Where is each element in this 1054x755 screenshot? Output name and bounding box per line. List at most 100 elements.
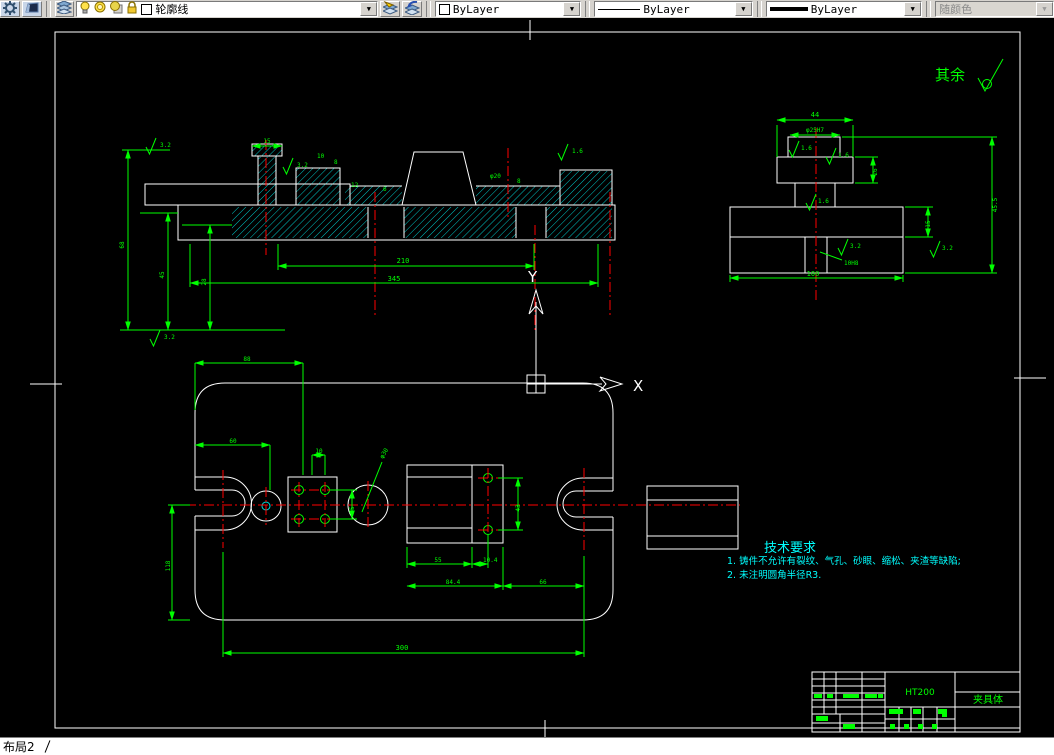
ucs-y-label: Y (527, 268, 538, 286)
surface-finish-note: 其余 (935, 58, 1004, 93)
layers-panel-button[interactable] (54, 0, 75, 17)
dim-text: 60 (229, 438, 237, 445)
roughness-value: 3.2 (297, 162, 308, 169)
dim-text: 15 (263, 138, 271, 145)
sheet-frame (30, 20, 1046, 738)
dim-text: 45.5 (992, 197, 999, 212)
part-name-cell: 夹具体 (973, 693, 1003, 706)
toolbar-separator (425, 1, 431, 17)
roughness-symbol (145, 137, 157, 155)
roughness-symbol (149, 329, 161, 347)
dim-text: 10H8 (844, 260, 859, 267)
bulb-icon (80, 1, 91, 17)
dim-text: 84.4 (446, 579, 461, 586)
layer-previous-button[interactable] (402, 0, 422, 18)
make-object-layer-current-button[interactable] (380, 0, 401, 18)
plan-view: 88 60 10 25 φ30 43 55 10.4 84.4 66 300 1… (165, 356, 740, 657)
dim-text: 10 (317, 153, 325, 160)
current-color-swatch (438, 3, 450, 15)
roughness-value: 1.6 (801, 145, 812, 152)
plot-style-value: 随颜色 (939, 3, 973, 16)
lock-icon (126, 1, 138, 17)
roughness-value: 1.6 (572, 148, 583, 155)
color-value: ByLayer (452, 2, 500, 16)
side-view: 44 φ25H7 1.6 1.6 1.6 3.2 3.2 45.5 15 100… (729, 111, 999, 300)
dim-text: 25 (349, 506, 356, 514)
layer-combo[interactable]: 轮廓线 ▼ (76, 1, 379, 17)
gear-icon (2, 0, 17, 18)
lineweight-value: ByLayer (810, 2, 858, 16)
layer-states-icon (25, 1, 39, 18)
roughness-value: 3.2 (160, 142, 171, 149)
toolbar-separator (585, 1, 591, 17)
chevron-down-icon[interactable]: ▼ (904, 2, 922, 16)
roughness-symbol (837, 238, 849, 256)
layers-arrow-icon (381, 0, 398, 18)
dim-text: 66 (539, 579, 547, 586)
ucs-x-label: X (633, 377, 643, 395)
titleblock-entry-marks (814, 694, 947, 729)
layers-icon (55, 0, 73, 17)
linetype-sample (598, 8, 641, 10)
dim-text: 118 (165, 560, 172, 571)
dim-text: 8 (517, 178, 521, 185)
toolbar-separator (45, 1, 51, 17)
chevron-down-icon[interactable]: ▼ (360, 2, 378, 16)
front-section-view: 210 345 3.2 3.2 3.2 68 45 28 15 10 8 12 … (119, 137, 616, 347)
dim-text: 10.4 (483, 557, 498, 564)
dim-text: 8 (334, 159, 338, 166)
dim-text: φ30 (379, 447, 391, 460)
drawing-canvas[interactable]: 210 345 3.2 3.2 3.2 68 45 28 15 10 8 12 … (0, 18, 1054, 738)
dim-text: 100 (807, 270, 820, 278)
lineweight-combo[interactable]: ByLayer ▼ (765, 1, 923, 17)
tech-req-line: 2. 未注明圆角半径R3. (727, 569, 821, 581)
title-block: HT200 夹具体 (811, 671, 1021, 733)
roughness-symbol (825, 147, 837, 165)
ucs-icon: Y X (526, 268, 643, 395)
linetype-combo[interactable]: ByLayer ▼ (594, 1, 753, 17)
dim-text: 15 (925, 220, 932, 228)
layout-tab[interactable]: 布局2 (0, 738, 39, 755)
dim-text: 44 (811, 111, 819, 119)
linetype-value: ByLayer (643, 2, 690, 16)
roughness-symbol (557, 143, 569, 161)
roughness-symbol (805, 193, 817, 211)
plot-style-combo: 随颜色 ▼ (935, 1, 1054, 17)
roughness-value: 3.2 (942, 245, 953, 252)
material-cell: HT200 (905, 688, 935, 698)
roughness-symbol (282, 157, 294, 175)
dim-text: φ25H7 (806, 127, 824, 134)
roughness-symbol (929, 240, 941, 258)
dim-text: 26 (872, 168, 879, 176)
roughness-value: 3.2 (850, 243, 861, 250)
roughness-symbol (788, 140, 800, 158)
toolbar-separator (756, 1, 762, 17)
layer-states-button[interactable] (21, 1, 42, 18)
dim-text: 55 (434, 557, 442, 564)
roughness-value: 1.6 (838, 152, 849, 159)
lineweight-sample (769, 7, 808, 11)
dim-text: 210 (397, 257, 410, 265)
sun-icon (94, 1, 107, 17)
chevron-down-icon: ▼ (1035, 2, 1053, 16)
surface-note-text: 其余 (935, 66, 965, 84)
layout-tab-divider (44, 740, 51, 753)
tech-req-title: 技术要求 (764, 541, 816, 556)
layers-undo-icon (403, 0, 420, 18)
dim-text: 12 (351, 182, 359, 189)
color-combo[interactable]: ByLayer ▼ (434, 1, 582, 17)
layer-properties-button[interactable] (0, 0, 20, 18)
dim-text: 300 (396, 644, 409, 652)
chevron-down-icon[interactable]: ▼ (563, 2, 581, 16)
dim-text: 10 (315, 448, 323, 455)
roughness-value: 3.2 (164, 334, 175, 341)
technical-requirements: 技术要求 1. 铸件不允许有裂纹、气孔、砂眼、缩松、夹渣等缺陷; 2. 未注明圆… (727, 541, 961, 581)
tech-req-line: 1. 铸件不允许有裂纹、气孔、砂眼、缩松、夹渣等缺陷; (727, 555, 961, 567)
chevron-down-icon[interactable]: ▼ (734, 2, 752, 16)
sun-viewport-icon (110, 1, 123, 17)
dim-text: 6 (383, 186, 387, 193)
dim-text: φ20 (490, 173, 501, 180)
dim-text: 28 (201, 278, 208, 286)
layer-name: 轮廓线 (155, 3, 189, 16)
dim-text: 68 (119, 241, 126, 249)
